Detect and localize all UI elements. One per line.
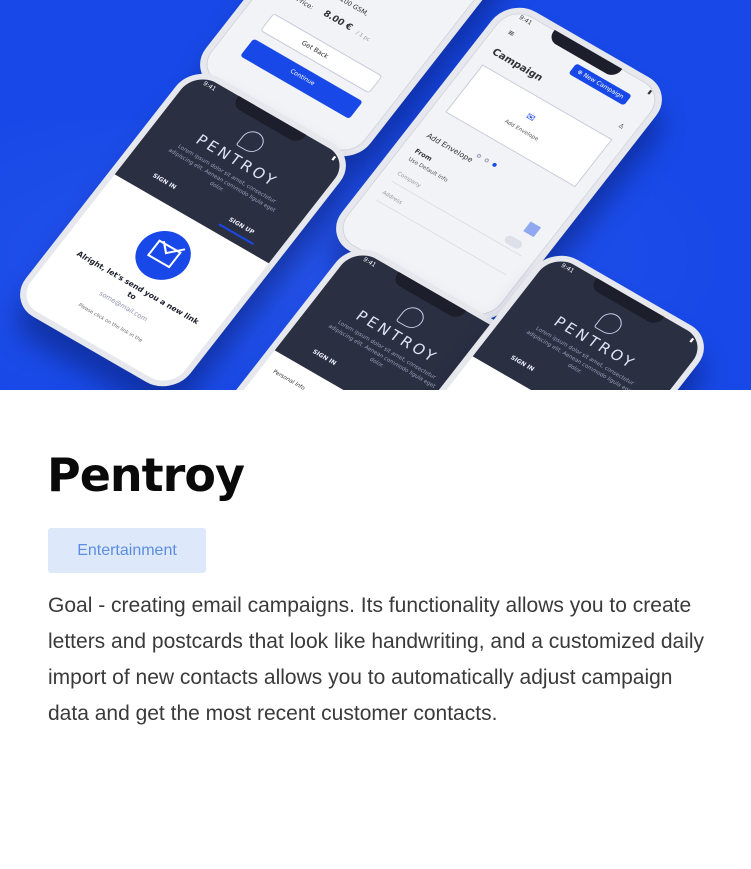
- status-time: 9:41: [517, 14, 534, 27]
- pager-dots: [473, 145, 508, 174]
- pager-dot: [483, 157, 490, 163]
- default-info-checkbox[interactable]: [523, 221, 542, 238]
- pager-dot-active: [491, 162, 498, 168]
- add-envelope-heading: Add Envelope: [424, 131, 475, 165]
- category-tag[interactable]: Entertainment: [48, 528, 206, 573]
- project-description: Goal - creating email campaigns. Its fun…: [48, 594, 705, 725]
- add-envelope-btn-label: Add Envelope: [502, 118, 540, 143]
- user-icon[interactable]: ♙: [616, 122, 626, 131]
- continue-label: Continue: [288, 68, 317, 88]
- price-label: Price:: [294, 0, 316, 12]
- envelope-icon: [146, 239, 182, 269]
- menu-icon[interactable]: ≡: [506, 28, 517, 39]
- envelope-icon: ✉: [523, 111, 538, 125]
- battery-icon: ▮: [646, 88, 654, 96]
- price-unit: / 1 pc: [354, 30, 372, 44]
- get-back-label: Get Back: [299, 39, 331, 61]
- pager-dot: [475, 153, 482, 159]
- hero-image: m, 100 GSM, Price: 8.00 € / 1 pc Get Bac…: [0, 0, 751, 390]
- project-title: Pentroy: [47, 448, 245, 502]
- price-value: 8.00 €: [320, 9, 355, 33]
